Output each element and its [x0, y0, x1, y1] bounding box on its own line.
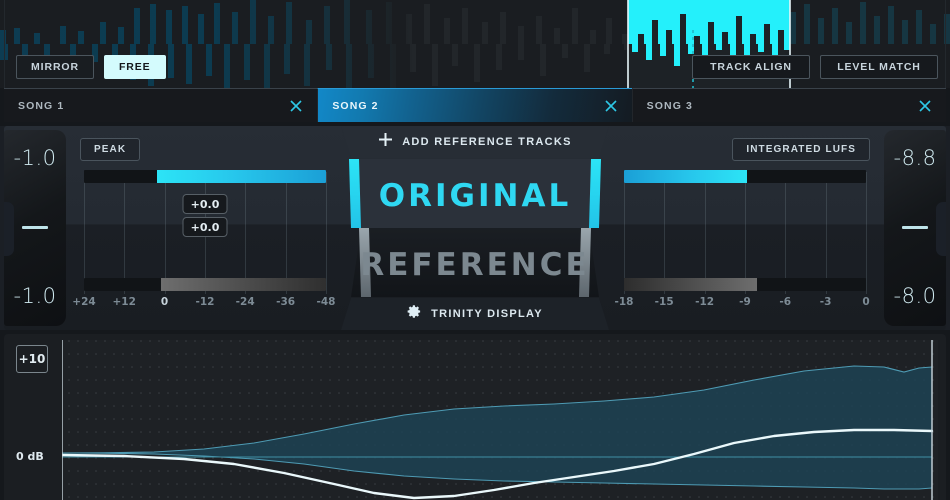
add-reference-tracks-label: ADD REFERENCE TRACKS: [402, 136, 572, 148]
divider-dash: [22, 225, 48, 229]
spectrum-canvas: [14, 340, 938, 500]
left-reference-meter-track: [84, 278, 326, 291]
right-original-meter-fill: [624, 170, 748, 183]
original-label: ORIGINAL: [378, 178, 572, 214]
add-reference-tracks-button[interactable]: ADD REFERENCE TRACKS: [341, 126, 609, 158]
scale-tick: -18: [614, 296, 634, 308]
spectrum-plot-area[interactable]: [14, 340, 938, 500]
left-reference-gain-badge[interactable]: +0.0: [182, 217, 228, 237]
spectrum-zero-label: 0 dB: [16, 450, 44, 463]
left-meter-panel: PEAK +0.0 +0.0 +24 +12 0 -12 -24 -36 -48: [70, 130, 340, 326]
scale-tick: -48: [316, 296, 336, 308]
right-value-top: -8.8: [893, 146, 937, 170]
plugin-window: MIRROR FREE TRACK ALIGN LEVEL MATCH SONG…: [0, 0, 950, 500]
spectrum-axis: +10 0 dB: [4, 340, 62, 500]
divider-dash: [902, 225, 928, 229]
close-icon[interactable]: [289, 99, 303, 113]
scale-tick: -3: [819, 296, 832, 308]
right-reference-meter-track: [624, 278, 866, 291]
close-icon[interactable]: [918, 99, 932, 113]
scale-tick: +24: [72, 296, 96, 308]
scale-tick: -36: [276, 296, 296, 308]
right-original-meter-track: [624, 170, 866, 183]
left-reference-meter-fill: [161, 278, 326, 291]
tab-song-1[interactable]: SONG 1: [4, 88, 318, 122]
level-match-button[interactable]: LEVEL MATCH: [820, 55, 938, 79]
left-original-gain-badge[interactable]: +0.0: [182, 194, 228, 214]
left-meter-scale: +24 +12 0 -12 -24 -36 -48: [72, 296, 335, 312]
right-meter-panel: INTEGRATED LUFS -18 -15 -12 -9 -6 -3 0: [610, 130, 880, 326]
right-meter-gridlines: [624, 172, 867, 294]
mirror-button[interactable]: MIRROR: [16, 55, 94, 79]
scale-tick: 0: [160, 296, 169, 308]
left-value-top: -1.0: [13, 146, 57, 170]
scale-tick: +12: [112, 296, 136, 308]
scale-tick: -15: [654, 296, 674, 308]
tab-label: SONG 1: [18, 99, 65, 112]
tab-song-2[interactable]: SONG 2: [317, 88, 632, 122]
scale-tick: -24: [235, 296, 255, 308]
gear-icon: [407, 304, 422, 324]
scale-tick: -6: [779, 296, 792, 308]
close-icon[interactable]: [604, 99, 618, 113]
waveform-tools-group: TRACK ALIGN LEVEL MATCH: [692, 55, 938, 79]
tab-label: SONG 3: [646, 99, 693, 112]
trinity-center-panel: ADD REFERENCE TRACKS ORIGINAL REFERENCE …: [341, 126, 609, 330]
reference-label: REFERENCE: [360, 247, 590, 283]
left-gain-badges: +0.0 +0.0: [182, 194, 228, 240]
right-value-bottom: -8.0: [893, 284, 937, 308]
scale-tick: -12: [695, 296, 715, 308]
right-meter-scale: -18 -15 -12 -9 -6 -3 0: [615, 296, 870, 312]
song-tab-bar: SONG 1 SONG 2 SONG 3: [4, 88, 946, 122]
track-align-button[interactable]: TRACK ALIGN: [692, 55, 810, 79]
right-value-panel: -8.8 -8.0: [884, 130, 946, 326]
peak-mode-button[interactable]: PEAK: [80, 138, 141, 161]
right-reference-meter-fill: [624, 278, 758, 291]
view-mode-group: MIRROR FREE: [16, 55, 166, 79]
trinity-display-button[interactable]: TRINITY DISPLAY: [341, 298, 609, 330]
left-value-panel: -1.0 -1.0: [4, 130, 66, 326]
free-button[interactable]: FREE: [103, 55, 166, 79]
tab-label: SONG 2: [332, 99, 379, 112]
panel-notch: [4, 202, 14, 256]
integrated-lufs-button[interactable]: INTEGRATED LUFS: [732, 138, 870, 161]
scale-tick: -9: [739, 296, 751, 308]
scale-tick: -12: [195, 296, 215, 308]
spectrum-analyzer[interactable]: +10 0 dB: [4, 334, 946, 500]
scale-tick: 0: [862, 296, 870, 308]
tab-song-3[interactable]: SONG 3: [631, 88, 946, 122]
left-value-bottom: -1.0: [13, 284, 57, 308]
left-original-meter-fill: [156, 170, 326, 183]
spectrum-range-button[interactable]: +10: [16, 345, 48, 373]
plus-icon: [378, 132, 393, 152]
original-reference-display[interactable]: ORIGINAL REFERENCE: [341, 159, 609, 297]
panel-notch: [936, 202, 946, 256]
trinity-display-label: TRINITY DISPLAY: [431, 308, 543, 320]
left-original-meter-track: [84, 170, 326, 183]
